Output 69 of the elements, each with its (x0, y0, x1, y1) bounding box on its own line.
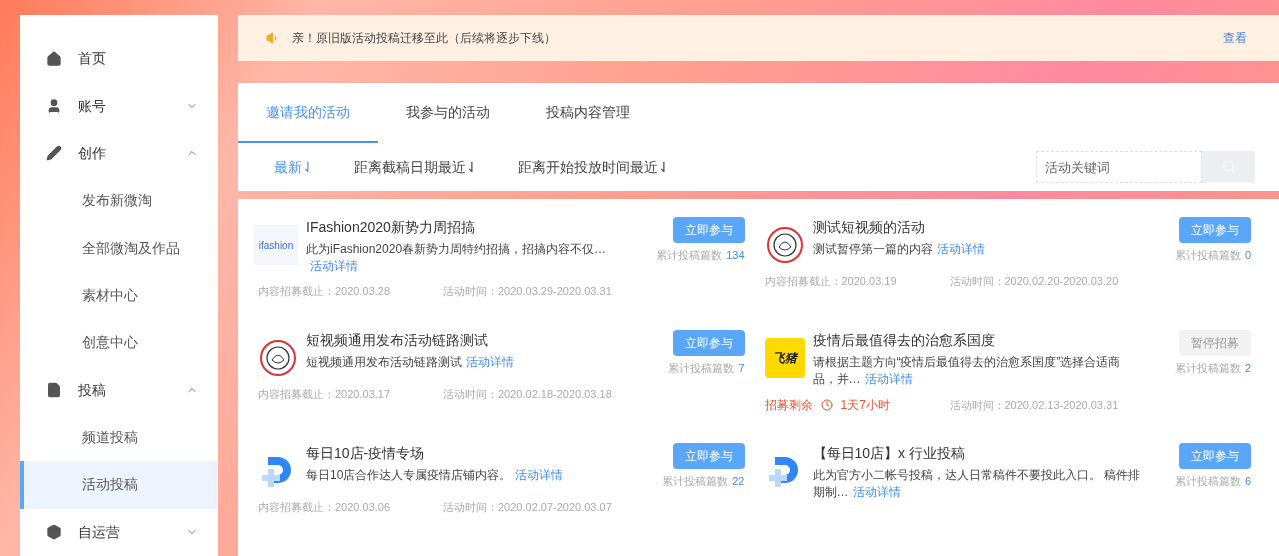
submission-count: 0 (1244, 248, 1251, 263)
countdown-time: 1天7小时 (840, 397, 890, 414)
deadline-text: 内容招募截止：2020.03.06 (258, 500, 392, 515)
activity-description: 此为官方小二帐号投稿，达人日常稿件不要投此入口。 稿件排期制… 活动详情 (812, 467, 1141, 501)
sort-option[interactable]: 距离开始投放时间最近⇃ (518, 156, 670, 178)
search-button[interactable] (1202, 151, 1255, 183)
home-icon (46, 50, 62, 67)
activity-description: 测试暂停第一篇的内容 活动详情 (812, 241, 986, 258)
activity-title: 短视频通用发布活动链路测试 (306, 331, 489, 350)
document-icon (46, 382, 62, 399)
deadline-text: 内容招募截止：2020.03.19 (764, 274, 898, 289)
submission-count: 134 (726, 248, 745, 263)
submission-count-label: 累计投稿篇数 (668, 361, 735, 376)
activity-description: 请根据主题方向“疫情后最值得去的治愈系国度”选择合适商品，并… 活动详情 (812, 354, 1122, 388)
sidebar-subitem[interactable]: 活动投稿 (20, 461, 218, 509)
activity-detail-link[interactable]: 活动详情 (852, 485, 901, 499)
sidebar-subitem[interactable]: 创意中心 (20, 319, 218, 367)
submission-count-label: 累计投稿篇数 (1174, 361, 1241, 376)
sidebar-subitem[interactable]: 全部微淘及作品 (20, 224, 218, 272)
sidebar-item[interactable]: 账号 (20, 82, 218, 130)
activity-detail-link[interactable]: 活动详情 (310, 259, 358, 273)
submission-count-label: 累计投稿篇数 (1174, 474, 1241, 489)
pencil-icon (46, 145, 62, 162)
submission-count: 7 (738, 361, 745, 376)
activity-detail-link[interactable]: 活动详情 (466, 355, 514, 369)
sidebar-subitem[interactable]: 素材中心 (20, 271, 218, 320)
package-icon (46, 524, 62, 541)
activity-title: 疫情后最值得去的治愈系国度 (812, 331, 996, 350)
sidebar-subitem[interactable]: 频道投稿 (20, 413, 218, 462)
user-icon (46, 98, 62, 115)
submission-count: 22 (732, 474, 745, 489)
clock-icon (820, 399, 833, 411)
activity-title: 每日10店-疫情专场 (306, 444, 426, 463)
activity-period: 活动时间：2020.02.20-2020.03.20 (949, 274, 1119, 289)
notice-text: 亲！原旧版活动投稿迁移至此（后续将逐步下线） (292, 30, 557, 47)
brand-logo: 飞猪 (764, 338, 805, 378)
sort-option[interactable]: 距离截稿日期最近⇃ (354, 156, 478, 178)
tab[interactable]: 投稿内容管理 (518, 83, 658, 144)
submission-count-label: 累计投稿篇数 (656, 248, 723, 263)
activity-description: 短视频通用发布活动链路测试 活动详情 (306, 354, 515, 371)
club-logo-icon (258, 338, 298, 378)
activity-period: 活动时间：2020.02.07-2020.03.07 (443, 500, 612, 515)
submission-count-label: 累计投稿篇数 (662, 474, 729, 489)
activity-title: 【每日10店】x 行业投稿 (812, 444, 966, 463)
activity-detail-link[interactable]: 活动详情 (936, 242, 985, 256)
activity-title: IFashion2020新势力周招搞 (306, 218, 476, 237)
sidebar-item[interactable]: 创作 (20, 129, 218, 178)
activity-title: 测试短视频的活动 (812, 218, 926, 237)
activity-description: 此为iFashion2020春新势力周特约招搞，招搞内容不仅… 活动详情 (306, 241, 608, 275)
sidebar-item[interactable]: 投稿 (20, 366, 218, 414)
brand-logo: ifashion (254, 225, 298, 265)
search-field[interactable]: 活动关键词 (1036, 151, 1202, 183)
activity-period: 活动时间：2020.03.29-2020.03.31 (443, 284, 612, 299)
deadline-text: 内容招募截止：2020.03.28 (258, 284, 392, 299)
submission-count-label: 累计投稿篇数 (1174, 248, 1241, 263)
activity-period: 活动时间：2020.02.13-2020.03.31 (949, 397, 1119, 413)
tab[interactable]: 我参与的活动 (378, 83, 518, 144)
submission-count: 6 (1244, 474, 1251, 489)
activity-detail-link[interactable]: 活动详情 (515, 468, 564, 482)
activity-period: 活动时间：2020.02.18-2020.03.18 (443, 387, 612, 402)
activity-description: 每日10店合作达人专属疫情店铺内容。 活动详情 (306, 467, 565, 484)
sidebar-item[interactable]: 首页 (20, 35, 218, 83)
view-link[interactable]: 查看 (1223, 29, 1247, 47)
submission-count: 2 (1244, 361, 1251, 376)
deadline-text: 内容招募截止：2020.03.17 (258, 387, 392, 402)
club-logo-icon (764, 225, 805, 265)
countdown-label: 招募剩余 (764, 397, 813, 414)
sidebar-item[interactable]: 自运营 (20, 508, 218, 556)
sidebar-subitem[interactable]: 发布新微淘 (20, 177, 218, 225)
